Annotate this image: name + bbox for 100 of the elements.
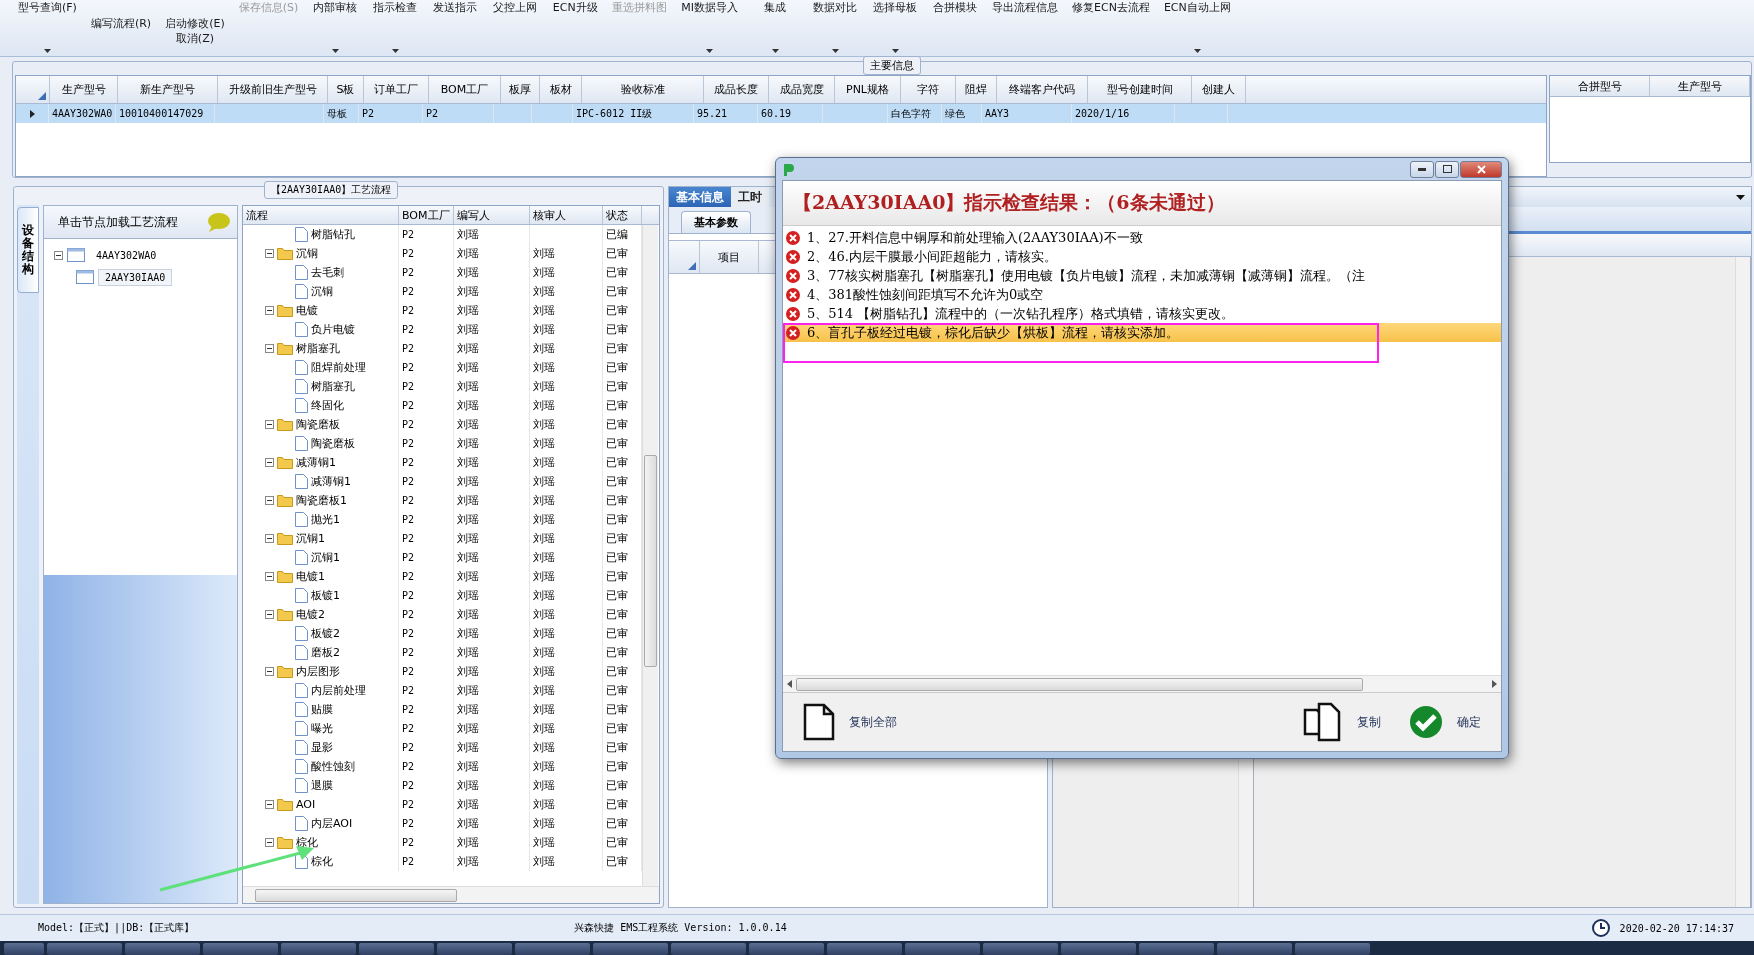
tree-item[interactable]: 沉铜1 xyxy=(311,550,340,565)
tree-item[interactable]: 内层AOI xyxy=(311,816,353,831)
tree-item[interactable]: 2AAY30IAA0 xyxy=(98,268,173,286)
collapse-icon[interactable] xyxy=(265,800,274,809)
result-item[interactable]: 4、381酸性蚀刻间距填写不允许为0或空 xyxy=(783,285,1501,304)
tree-item[interactable]: 树脂钻孔 xyxy=(311,227,355,242)
tree-item[interactable]: 去毛刺 xyxy=(311,265,344,280)
maximize-button[interactable] xyxy=(1435,160,1459,178)
toolbar-button[interactable]: ECN自动上网 xyxy=(1161,0,1233,15)
column-header[interactable]: 终端客户代码 xyxy=(997,76,1088,103)
collapse-icon[interactable] xyxy=(265,667,274,676)
collapse-icon[interactable] xyxy=(265,838,274,847)
tree-item[interactable]: 内层前处理 xyxy=(311,683,366,698)
column-header[interactable]: 编写人 xyxy=(454,206,530,224)
tree-item[interactable]: 磨板2 xyxy=(311,645,340,660)
tree-item[interactable]: 显影 xyxy=(311,740,333,755)
column-header[interactable]: 状态 xyxy=(603,206,642,224)
toolbar-button[interactable]: 启动修改(E) xyxy=(163,15,227,31)
tree-item[interactable]: 电镀1 xyxy=(296,569,325,584)
dialog-button[interactable]: 复制 xyxy=(1297,702,1387,742)
column-header[interactable]: 字符 xyxy=(901,76,956,103)
column-header[interactable]: BOM工厂 xyxy=(399,206,454,224)
column-header[interactable]: 生产型号 xyxy=(1650,76,1750,96)
tree-item[interactable]: 终固化 xyxy=(311,398,344,413)
toolbar-button[interactable]: 合拼模块 xyxy=(931,0,980,15)
collapse-icon[interactable] xyxy=(265,572,274,581)
column-header[interactable]: PNL规格 xyxy=(835,76,901,103)
column-header[interactable]: 订单工厂 xyxy=(364,76,429,103)
column-header[interactable]: 创建人 xyxy=(1192,76,1246,103)
column-header[interactable]: 板材 xyxy=(540,76,582,103)
column-header[interactable]: 成品长度 xyxy=(704,76,769,103)
collapse-icon[interactable] xyxy=(265,249,274,258)
tree-item[interactable]: 电镀2 xyxy=(296,607,325,622)
tree-item[interactable]: 沉铜 xyxy=(311,284,333,299)
tree-item[interactable]: 板镀1 xyxy=(311,588,340,603)
result-item[interactable]: 5、514 【树脂钻孔】流程中的（一次钻孔程序）格式填错，请核实更改。 xyxy=(783,304,1501,323)
tab[interactable]: 基本参数 xyxy=(681,211,751,233)
scrollbar[interactable] xyxy=(642,225,658,886)
tree-item[interactable]: 减薄铜1 xyxy=(296,455,336,470)
column-header[interactable]: 板厚 xyxy=(501,76,540,103)
scrollbar[interactable] xyxy=(1735,257,1750,907)
scrollbar[interactable] xyxy=(783,675,1501,692)
dialog-button[interactable]: 确定 xyxy=(1403,705,1487,739)
tab[interactable]: 基本信息 xyxy=(669,187,731,207)
toolbar-button[interactable]: 集成 xyxy=(762,0,789,15)
toolbar-button[interactable]: ECN升级 xyxy=(550,0,600,15)
tree-item[interactable]: 阻焊前处理 xyxy=(311,360,366,375)
tree-item[interactable]: 树脂塞孔 xyxy=(311,379,355,394)
caret-icon[interactable] xyxy=(331,49,339,53)
result-item[interactable]: 2、46.内层干膜最小间距超能力，请核实。 xyxy=(783,247,1501,266)
close-button[interactable] xyxy=(1460,160,1502,178)
tree-item[interactable]: 抛光1 xyxy=(311,512,340,527)
toolbar-button[interactable]: 编写流程(R) xyxy=(88,15,154,31)
caret-icon[interactable] xyxy=(891,49,899,53)
toolbar-button[interactable]: 修复ECN去流程 xyxy=(1070,0,1152,15)
collapse-icon[interactable] xyxy=(265,420,274,429)
tree-item[interactable]: 退膜 xyxy=(311,778,333,793)
caret-icon[interactable] xyxy=(1193,49,1201,53)
tree-item[interactable]: 陶瓷磨板 xyxy=(296,417,340,432)
collapse-icon[interactable] xyxy=(265,496,274,505)
toolbar-button[interactable]: 导出流程信息 xyxy=(990,0,1061,15)
column-header[interactable]: 验收标准 xyxy=(582,76,704,103)
column-header[interactable]: 合拼型号 xyxy=(1550,76,1650,96)
column-header[interactable]: 核审人 xyxy=(530,206,603,224)
tree-item[interactable]: 4AAY302WA0 xyxy=(89,246,164,264)
toolbar-button[interactable]: 型号查询(F) xyxy=(16,0,79,15)
column-header[interactable]: 阻焊 xyxy=(956,76,997,103)
table-row[interactable]: 4AAY302WA0 10010400147029 母板 P2 P2 IPC-6012 II级 95.21 60.19 白色字符 绿色 AAY3 2020/1/16 xyxy=(16,104,1546,123)
collapse-icon[interactable] xyxy=(265,534,274,543)
result-item[interactable]: 1、27.开料信息中铜厚和前处理输入(2AAY30IAA)不一致 xyxy=(783,228,1501,247)
tree-item[interactable]: 棕化 xyxy=(311,854,333,869)
column-header[interactable]: 升级前旧生产型号 xyxy=(218,76,328,103)
tree-item[interactable]: 树脂塞孔 xyxy=(296,341,340,356)
result-item[interactable]: 3、77核实树脂塞孔【树脂塞孔】使用电镀【负片电镀】流程，未加减薄铜【减薄铜】流程。（注 xyxy=(783,266,1501,285)
dialog-button[interactable]: 复制全部 xyxy=(797,703,903,741)
tree-item[interactable]: 板镀2 xyxy=(311,626,340,641)
toolbar-button[interactable]: MI数据导入 xyxy=(679,0,741,15)
collapse-icon[interactable] xyxy=(54,250,63,260)
toolbar-button[interactable]: 选择母板 xyxy=(871,0,920,15)
column-header[interactable]: S板 xyxy=(328,76,364,103)
collapse-icon[interactable] xyxy=(265,306,274,315)
toolbar-button[interactable]: 发送指示 xyxy=(431,0,480,15)
caret-icon[interactable] xyxy=(706,49,714,53)
tree-item[interactable]: 陶瓷磨板1 xyxy=(296,493,347,508)
toolbar-button[interactable]: 取消(Z) xyxy=(173,31,216,45)
tree-item[interactable]: 沉铜 xyxy=(296,246,318,261)
tree-item[interactable]: AOI xyxy=(296,798,316,811)
collapse-icon[interactable] xyxy=(265,610,274,619)
column-header[interactable]: 型号创建时间 xyxy=(1088,76,1192,103)
minimize-button[interactable] xyxy=(1410,160,1434,178)
caret-icon[interactable] xyxy=(391,49,399,53)
column-header[interactable]: 项目 xyxy=(700,241,759,273)
result-item[interactable]: 6、盲孔子板经过电镀，棕化后缺少【烘板】流程，请核实添加。 xyxy=(783,323,1501,342)
caret-icon[interactable] xyxy=(43,49,51,53)
tree-item[interactable]: 贴膜 xyxy=(311,702,333,717)
tree-item[interactable]: 沉铜1 xyxy=(296,531,325,546)
tab[interactable]: 工时 xyxy=(731,187,769,207)
caret-icon[interactable] xyxy=(771,49,779,53)
scroll-right-icon[interactable] xyxy=(1492,680,1497,688)
tree-item[interactable]: 曝光 xyxy=(311,721,333,736)
